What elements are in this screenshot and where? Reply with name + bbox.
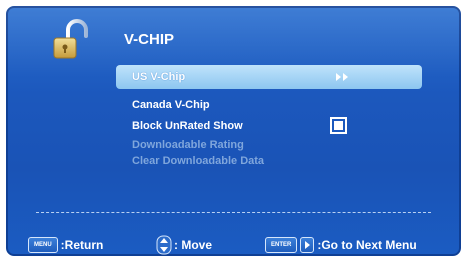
menu-item-label: Downloadable Rating xyxy=(132,139,244,151)
move-hint: : Move xyxy=(156,234,212,256)
menu-item-label: Block UnRated Show xyxy=(132,120,243,132)
next-menu-label: :Go to Next Menu xyxy=(317,238,417,252)
footer-divider xyxy=(36,212,431,213)
menu-item-canada-vchip[interactable]: Canada V-Chip xyxy=(116,95,422,116)
menu-item-label: Canada V-Chip xyxy=(132,99,210,111)
enter-key-icon: ENTER xyxy=(265,237,298,253)
page-title: V-CHIP xyxy=(124,31,175,48)
menu-item-label: Clear Downloadable Data xyxy=(132,155,265,167)
return-label: :Return xyxy=(60,238,104,252)
move-label: : Move xyxy=(174,238,213,252)
up-down-arrow-icon xyxy=(156,235,172,255)
menu-item-clear-downloadable-data: Clear Downloadable Data xyxy=(116,153,422,169)
vchip-menu-screen: V-CHIP US V-Chip Canada V-Chip Block UnR… xyxy=(0,0,467,262)
next-menu-hint: ENTER :Go to Next Menu xyxy=(265,234,417,256)
menu-item-us-vchip[interactable]: US V-Chip xyxy=(116,65,422,89)
menu-item-label: US V-Chip xyxy=(132,71,186,83)
footer-hints: MENU :Return : Move ENTER :Go to Next Me… xyxy=(28,234,451,256)
menu-key-icon: MENU xyxy=(28,237,58,253)
block-unrated-checkbox[interactable] xyxy=(330,117,347,134)
menu-item-block-unrated-show[interactable]: Block UnRated Show xyxy=(116,116,422,137)
vchip-menu-list: US V-Chip Canada V-Chip Block UnRated Sh… xyxy=(116,65,422,169)
right-arrow-icon xyxy=(300,237,315,253)
return-hint: MENU :Return xyxy=(28,234,103,256)
double-arrow-icon xyxy=(334,65,352,89)
menu-item-downloadable-rating: Downloadable Rating xyxy=(116,137,422,153)
open-padlock-icon xyxy=(53,19,88,59)
